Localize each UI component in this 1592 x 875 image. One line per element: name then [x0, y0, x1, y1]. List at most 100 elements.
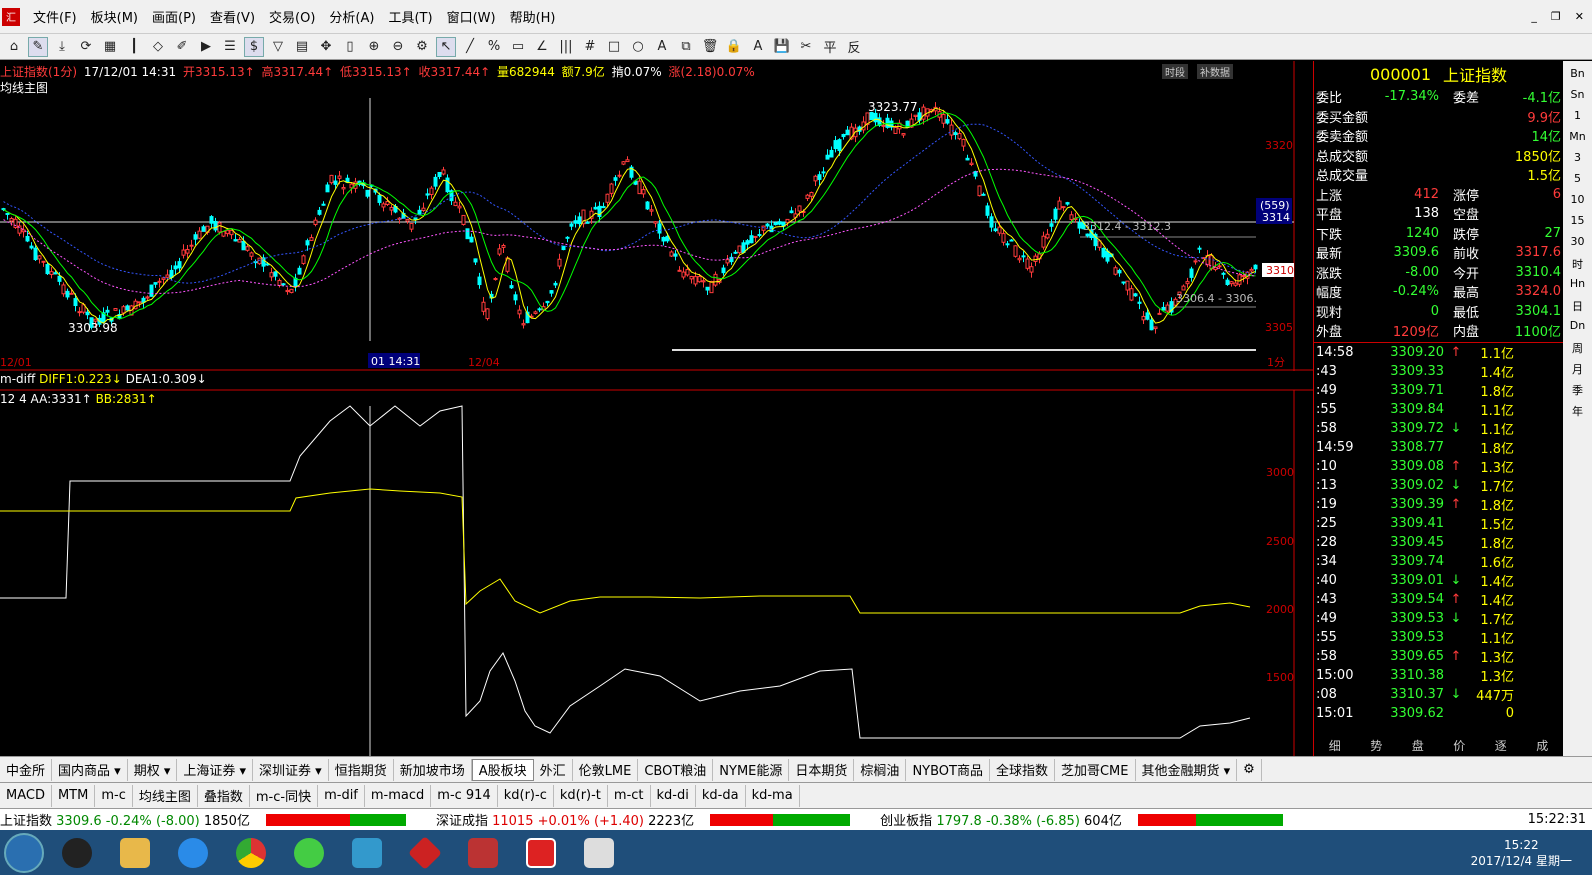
period-button[interactable]: Sn	[1571, 88, 1585, 106]
close-icon[interactable]: ✕	[1575, 10, 1584, 23]
menu-window[interactable]: 窗口(W)	[440, 7, 503, 26]
grid-icon[interactable]: ▦	[100, 37, 120, 57]
start-button[interactable]	[4, 832, 44, 873]
column-icon[interactable]: ▯	[340, 37, 360, 57]
status-sz[interactable]: 深证成指 11015 +0.01% (+1.40) 2223亿	[436, 810, 694, 829]
period-button[interactable]: 15	[1571, 214, 1585, 232]
quote-tab[interactable]: 逐	[1495, 737, 1507, 754]
market-tab[interactable]: 其他金融期货 ▾	[1136, 758, 1238, 781]
menu-analysis[interactable]: 分析(A)	[322, 7, 381, 26]
market-tab[interactable]: 深圳证券 ▾	[253, 758, 329, 781]
line-tool-icon[interactable]: ╱	[460, 37, 480, 57]
reverse-icon[interactable]: 反	[844, 37, 864, 57]
indicator-tab[interactable]: kd-ma	[746, 784, 800, 807]
taskbar-app-ie[interactable]	[284, 833, 334, 873]
system-tray-clock[interactable]: 15:22 2017/12/4 星期一	[1471, 837, 1592, 869]
market-tab[interactable]: 棕榈油	[854, 758, 907, 781]
indicator-tab[interactable]: m-c 914	[431, 784, 498, 807]
circle-icon[interactable]: ○	[628, 37, 648, 57]
period-button[interactable]: 5	[1574, 172, 1581, 190]
taskbar-app-other[interactable]	[574, 833, 624, 873]
delete-icon[interactable]: 🗑	[700, 37, 720, 57]
taskbar-app-charting[interactable]	[516, 833, 566, 873]
move-icon[interactable]: ✥	[316, 37, 336, 57]
menu-tools[interactable]: 工具(T)	[381, 7, 439, 26]
play-icon[interactable]: ▶	[196, 37, 216, 57]
status-sh[interactable]: 上证指数 3309.6 -0.24% (-8.00) 1850亿	[0, 810, 250, 829]
market-tab[interactable]: 上海证券 ▾	[177, 758, 254, 781]
diamond-icon[interactable]: ◇	[148, 37, 168, 57]
chart-area[interactable]: 上证指数(1分) 17/12/01 14:31 开3315.13↑ 高3317.…	[0, 61, 1313, 756]
menu-view-screen[interactable]: 画面(P)	[145, 7, 203, 26]
rectangle-icon[interactable]: □	[604, 37, 624, 57]
period-button[interactable]: 1	[1574, 109, 1581, 127]
quote-tab[interactable]: 势	[1370, 737, 1382, 754]
filter-icon[interactable]: ▽	[268, 37, 288, 57]
menu-view[interactable]: 查看(V)	[203, 7, 262, 26]
period-button[interactable]: 时	[1572, 256, 1583, 274]
chart-icon[interactable]: ▤	[292, 37, 312, 57]
gear-icon[interactable]: ⚙	[412, 37, 432, 57]
market-tab[interactable]: 芝加哥CME	[1055, 758, 1136, 781]
save-icon[interactable]: 💾	[772, 37, 792, 57]
quote-tab[interactable]: 细	[1329, 737, 1341, 754]
market-tab[interactable]: NYBOT商品	[906, 758, 990, 781]
period-button[interactable]: 3	[1574, 151, 1581, 169]
zoom-in-icon[interactable]: ⊕	[364, 37, 384, 57]
text-tool-icon[interactable]: A	[652, 37, 672, 57]
home-icon[interactable]: ⌂	[4, 37, 24, 57]
edit-icon[interactable]: ✐	[172, 37, 192, 57]
market-tab[interactable]: 日本期货	[789, 758, 855, 781]
hash-icon[interactable]: #	[580, 37, 600, 57]
period-button[interactable]: 30	[1571, 235, 1585, 253]
cursor-icon[interactable]: ↖	[436, 36, 456, 57]
cut-icon[interactable]: ✂	[796, 37, 816, 57]
menu-file[interactable]: 文件(F)	[26, 7, 84, 26]
taskbar-app-trading[interactable]	[400, 833, 450, 873]
market-tab[interactable]: CBOT粮油	[638, 758, 714, 781]
taskbar-app-explorer[interactable]	[110, 833, 160, 873]
market-tab[interactable]: NYME能源	[713, 758, 790, 781]
dollar-icon[interactable]: $	[244, 36, 264, 57]
taskbar-app-panel[interactable]	[342, 833, 392, 873]
lock-icon[interactable]: 🔒	[724, 37, 744, 57]
quote-tab[interactable]: 成	[1536, 737, 1548, 754]
menu-sector[interactable]: 板块(M)	[84, 7, 145, 26]
indicator-tab[interactable]: kd-da	[696, 784, 746, 807]
bars-icon[interactable]: |||	[556, 37, 576, 57]
period-button[interactable]: Hn	[1570, 277, 1585, 295]
download-icon[interactable]: ⤓	[52, 37, 72, 57]
quote-tab[interactable]: 盘	[1412, 737, 1424, 754]
market-tab[interactable]: A股板块	[471, 758, 534, 781]
market-tab[interactable]: 新加坡市场	[394, 758, 472, 781]
refresh-icon[interactable]: ⟳	[76, 37, 96, 57]
draw-line-icon[interactable]: ✎	[28, 36, 48, 57]
indicator-tab[interactable]: m-c-同快	[250, 784, 319, 807]
settings-gear-icon[interactable]: ⚙	[1237, 758, 1262, 781]
period-button[interactable]: Bn	[1570, 67, 1585, 85]
candlestick-icon[interactable]: ┃	[124, 37, 144, 57]
period-button[interactable]: Mn	[1569, 130, 1585, 148]
market-tab[interactable]: 伦敦LME	[573, 758, 639, 781]
period-button[interactable]: 周	[1572, 340, 1583, 358]
market-tab[interactable]: 中金所	[0, 758, 53, 781]
quote-tab[interactable]: 价	[1453, 737, 1465, 754]
indicator-tab[interactable]: kd(r)-t	[554, 784, 608, 807]
restore-icon[interactable]: ❐	[1551, 10, 1561, 23]
market-tab[interactable]: 期权 ▾	[128, 758, 178, 781]
copy-icon[interactable]: ⧉	[676, 37, 696, 57]
indicator-tab[interactable]: MACD	[0, 784, 52, 807]
period-button[interactable]: 月	[1572, 361, 1583, 379]
menu-help[interactable]: 帮助(H)	[503, 7, 563, 26]
angle-icon[interactable]: ∠	[532, 37, 552, 57]
percent-icon[interactable]: %	[484, 37, 504, 57]
market-tab[interactable]: 恒指期货	[329, 758, 394, 781]
flat-icon[interactable]: 平	[820, 37, 840, 57]
indicator-tab[interactable]: m-ct	[608, 784, 651, 807]
zoom-out-icon[interactable]: ⊖	[388, 37, 408, 57]
indicator-tab[interactable]: m-c	[95, 784, 133, 807]
indicator-tab[interactable]: 叠指数	[198, 784, 250, 807]
indicator-tab[interactable]: m-macd	[365, 784, 432, 807]
menu-trade[interactable]: 交易(O)	[262, 7, 322, 26]
status-cy[interactable]: 创业板指 1797.8 -0.38% (-6.85) 604亿	[880, 810, 1122, 829]
